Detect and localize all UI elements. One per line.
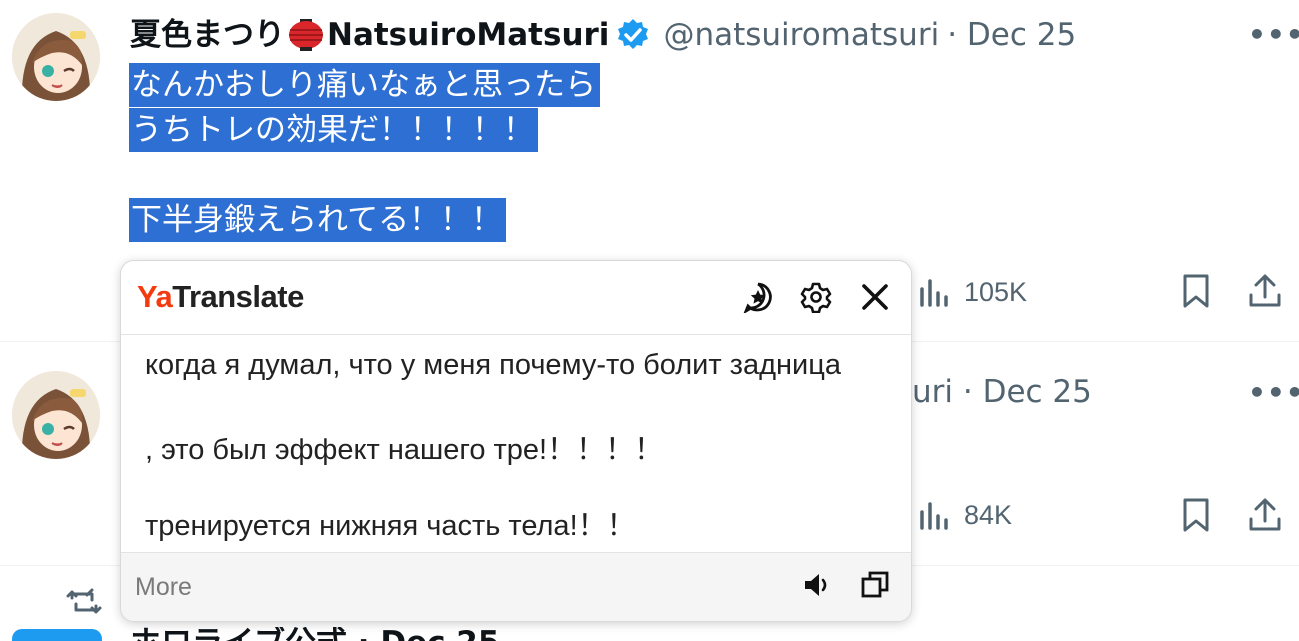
avatar-partial[interactable]: [12, 629, 102, 641]
user-handle-fragment[interactable]: uri: [912, 374, 953, 410]
display-name-en[interactable]: NatsuiroMatsuri: [327, 15, 609, 55]
bookmark-icon[interactable]: [1178, 497, 1214, 533]
copy-icon[interactable]: [860, 570, 890, 600]
avatar[interactable]: [12, 371, 100, 459]
tweet-author[interactable]: 夏色まつり NatsuiroMatsuri @natsuiromatsuri ·…: [130, 15, 1076, 55]
share-icon[interactable]: [1247, 273, 1283, 309]
retweet-icon: [66, 586, 102, 618]
views-chart-icon: [920, 502, 948, 530]
close-icon[interactable]: [859, 281, 891, 313]
tweet-line: なんかおしり痛いなぁと思ったら: [129, 63, 600, 107]
verified-badge-icon: [615, 17, 651, 53]
translate-popup-footer: More: [121, 552, 911, 621]
settings-gear-icon[interactable]: [800, 281, 832, 314]
bookmark-star-icon[interactable]: [742, 281, 774, 315]
translation-line: , это был эффект нашего тре!！！！！: [145, 434, 664, 466]
speaker-icon[interactable]: [802, 570, 832, 600]
views-count[interactable]: 84K: [918, 498, 1012, 532]
display-name[interactable]: 夏色まつり: [130, 15, 285, 55]
views-chart-icon: [920, 279, 948, 307]
tweet-date[interactable]: · Dec 25: [963, 374, 1092, 410]
lantern-emoji-icon: [287, 15, 325, 55]
bookmark-icon[interactable]: [1178, 273, 1214, 309]
more-link[interactable]: More: [135, 573, 192, 602]
tweet-line: うちトレの効果だ！！！！！: [129, 108, 538, 152]
tweet-date[interactable]: · Dec 25: [947, 15, 1076, 55]
views-value: 84K: [964, 499, 1013, 530]
avatar[interactable]: [12, 13, 100, 101]
translate-popup-header: YaTranslate: [121, 261, 911, 335]
ya-translate-logo: YaTranslate: [137, 279, 304, 314]
translate-popup: YaTranslate когда я думал, что у меня по…: [120, 260, 912, 622]
tweet-meta[interactable]: uri · Dec 25: [912, 372, 1092, 412]
share-icon[interactable]: [1247, 497, 1283, 533]
more-options-icon[interactable]: •••: [1248, 18, 1299, 51]
translation-line: тренируется нижняя часть тела!！！: [145, 510, 636, 542]
views-value: 105K: [964, 276, 1028, 307]
retweeted-author[interactable]: ホロライブ公式 · Dec 25: [130, 627, 499, 641]
tweet-text: なんかおしり痛いなぁと思ったら うちトレの効果だ！！！！！ 下半身鍛えられてる！…: [129, 63, 600, 242]
user-handle[interactable]: @natsuiromatsuri: [663, 15, 939, 55]
translation-line: когда я думал, что у меня почему-то боли…: [145, 349, 841, 381]
tweet-line: 下半身鍛えられてる！！！: [129, 198, 507, 242]
more-options-icon[interactable]: •••: [1248, 376, 1299, 409]
views-count[interactable]: 105K: [918, 275, 1027, 309]
